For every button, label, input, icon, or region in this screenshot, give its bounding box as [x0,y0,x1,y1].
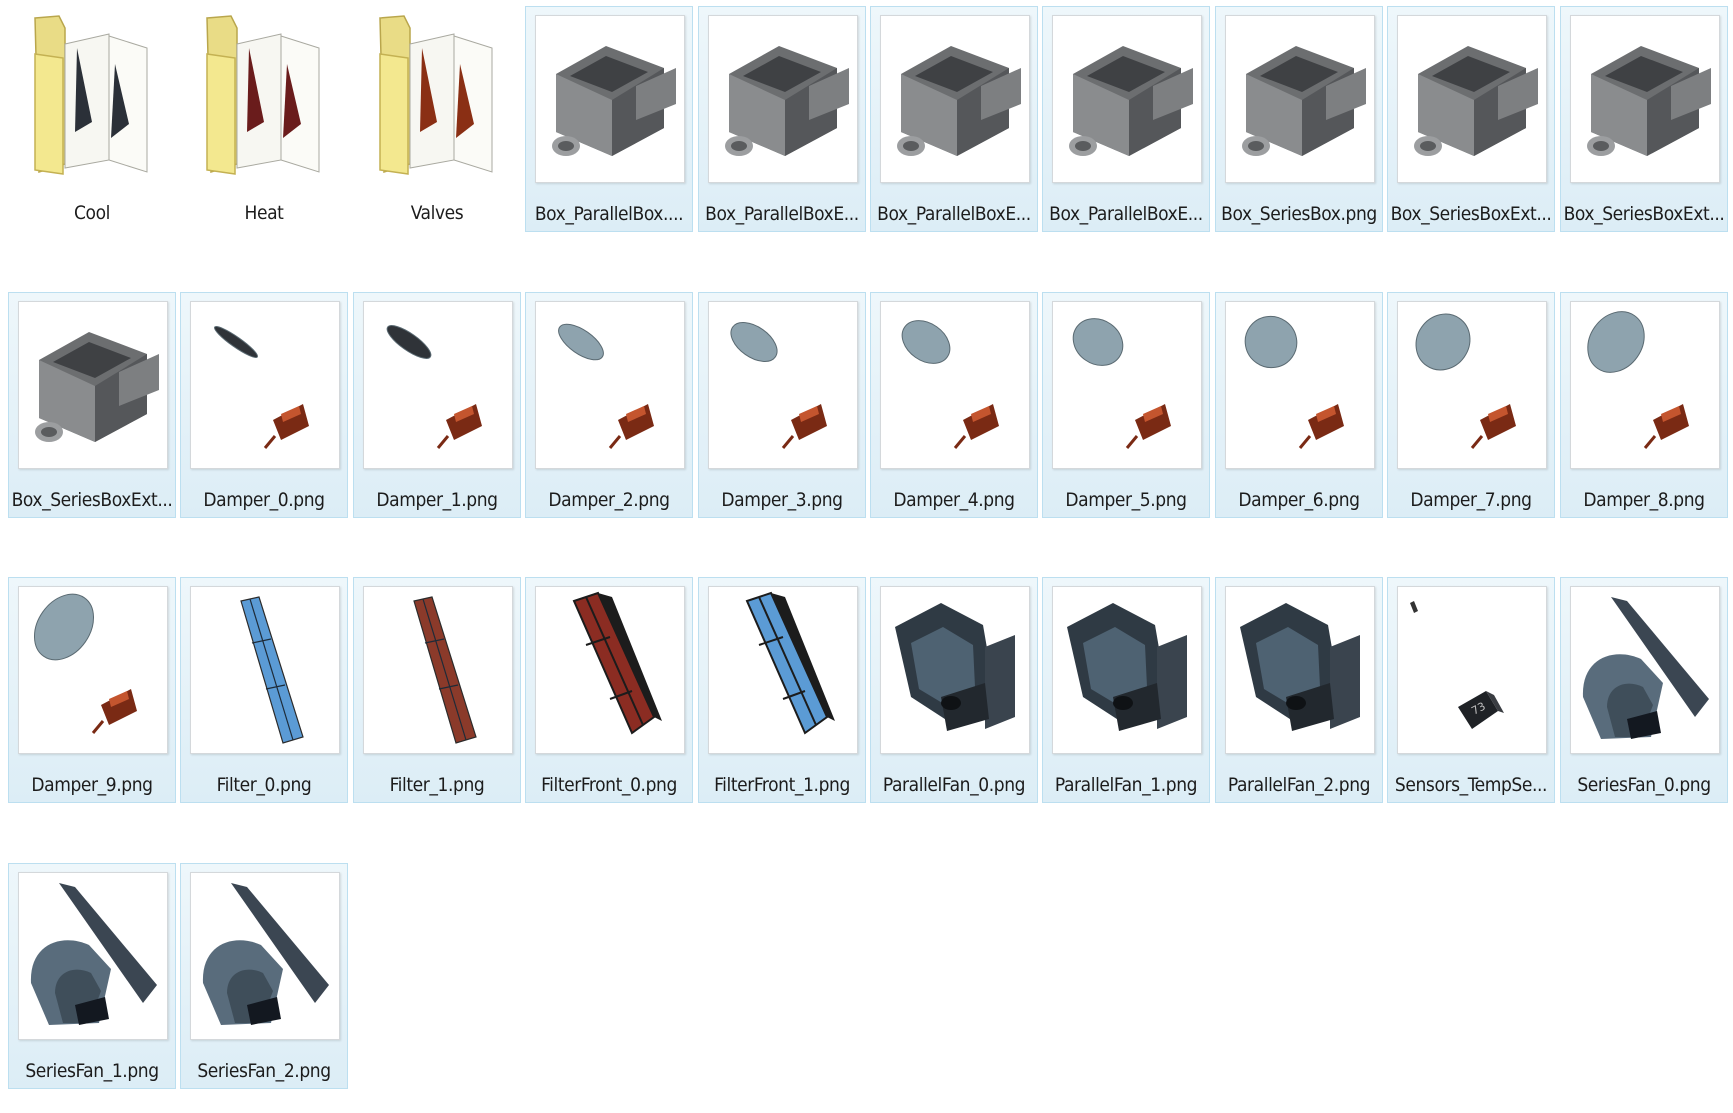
item-label: ParallelFan_0.png [882,774,1026,796]
item-label: Damper_6.png [1238,489,1360,511]
temp-sensor-icon: 73 [1397,586,1547,754]
file-item[interactable]: ParallelFan_1.png [1042,577,1210,803]
file-item[interactable]: Damper_9.png [8,577,176,803]
file-item[interactable]: Filter_0.png [180,577,348,803]
damper-icon [1052,301,1202,469]
parallel-fan-icon [880,586,1030,754]
file-item[interactable]: Damper_1.png [353,292,521,518]
folder-icon [189,14,337,180]
item-label: Box_ParallelBoxE... [877,203,1031,225]
file-item[interactable]: Damper_5.png [1042,292,1210,518]
vav-box-icon [18,301,168,469]
file-item[interactable]: Box_ParallelBoxE... [1042,6,1210,232]
damper-icon [18,586,168,754]
file-item[interactable]: Box_ParallelBox.... [525,6,693,232]
file-item[interactable]: Box_SeriesBox.png [1215,6,1383,232]
vav-box-icon [1570,15,1720,183]
damper-icon [535,301,685,469]
item-label: SeriesFan_2.png [197,1060,331,1082]
file-item[interactable]: SeriesFan_0.png [1560,577,1728,803]
vav-box-icon [1052,15,1202,183]
filter-front-icon [708,586,858,754]
item-label: Damper_1.png [376,489,498,511]
file-item[interactable]: Box_ParallelBoxE... [698,6,866,232]
item-label: Box_ParallelBox.... [534,203,684,225]
item-label: SeriesFan_0.png [1577,774,1711,796]
item-label: Damper_7.png [1410,489,1532,511]
series-fan-icon [18,872,168,1040]
item-label: Damper_4.png [893,489,1015,511]
item-label: Damper_3.png [721,489,843,511]
file-item[interactable]: Filter_1.png [353,577,521,803]
file-item[interactable]: ParallelFan_0.png [870,577,1038,803]
file-item[interactable]: Box_SeriesBoxExt... [1387,6,1555,232]
file-item[interactable]: SeriesFan_1.png [8,863,176,1089]
item-label: Heat [244,202,284,224]
item-label: Valves [410,202,464,224]
file-item[interactable]: Damper_4.png [870,292,1038,518]
item-label: Filter_0.png [216,774,312,796]
file-item[interactable]: FilterFront_0.png [525,577,693,803]
item-label: Box_ParallelBoxE... [705,203,859,225]
vav-box-icon [708,15,858,183]
folder-item[interactable]: Cool [8,6,176,232]
item-label: Damper_2.png [548,489,670,511]
folder-icon [362,14,510,180]
series-fan-icon [190,872,340,1040]
item-label: Box_SeriesBox.png [1221,203,1377,225]
file-item[interactable]: Box_SeriesBoxExt... [8,292,176,518]
damper-icon [363,301,513,469]
damper-icon [1225,301,1375,469]
item-label: Damper_9.png [31,774,153,796]
parallel-fan-icon [1225,586,1375,754]
item-label: SeriesFan_1.png [25,1060,159,1082]
vav-box-icon [880,15,1030,183]
damper-icon [190,301,340,469]
damper-icon [880,301,1030,469]
filter-front-icon [535,586,685,754]
damper-icon [1397,301,1547,469]
item-label: FilterFront_0.png [541,774,677,796]
parallel-fan-icon [1052,586,1202,754]
vav-box-icon [1225,15,1375,183]
folder-icon [17,14,165,180]
filter-icon [363,586,513,754]
file-item[interactable]: ParallelFan_2.png [1215,577,1383,803]
folder-item[interactable]: Heat [180,6,348,232]
filter-icon [190,586,340,754]
file-item[interactable]: FilterFront_1.png [698,577,866,803]
file-item[interactable]: Box_SeriesBoxExt... [1560,6,1728,232]
series-fan-icon [1570,586,1720,754]
file-item[interactable]: Damper_0.png [180,292,348,518]
item-label: Filter_1.png [389,774,485,796]
file-grid: Cool Heat Valves Box_ParallelBox.... Box… [0,0,1733,1113]
damper-icon [708,301,858,469]
file-item[interactable]: Damper_7.png [1387,292,1555,518]
item-label: Box_ParallelBoxE... [1049,203,1203,225]
file-item[interactable]: SeriesFan_2.png [180,863,348,1089]
file-item[interactable]: Damper_2.png [525,292,693,518]
item-label: ParallelFan_1.png [1054,774,1198,796]
item-label: Box_SeriesBoxExt... [1390,203,1552,225]
item-label: Sensors_TempSe... [1394,774,1548,796]
item-label: Damper_8.png [1583,489,1705,511]
item-label: Box_SeriesBoxExt... [1563,203,1725,225]
item-label: FilterFront_1.png [714,774,850,796]
file-item[interactable]: 73 Sensors_TempSe... [1387,577,1555,803]
file-item[interactable]: Box_ParallelBoxE... [870,6,1038,232]
vav-box-icon [1397,15,1547,183]
item-label: Cool [73,202,110,224]
item-label: Damper_5.png [1065,489,1187,511]
item-label: ParallelFan_2.png [1227,774,1371,796]
item-label: Box_SeriesBoxExt... [11,489,173,511]
damper-icon [1570,301,1720,469]
file-item[interactable]: Damper_6.png [1215,292,1383,518]
item-label: Damper_0.png [203,489,325,511]
file-item[interactable]: Damper_8.png [1560,292,1728,518]
vav-box-icon [535,15,685,183]
folder-item[interactable]: Valves [353,6,521,232]
file-item[interactable]: Damper_3.png [698,292,866,518]
